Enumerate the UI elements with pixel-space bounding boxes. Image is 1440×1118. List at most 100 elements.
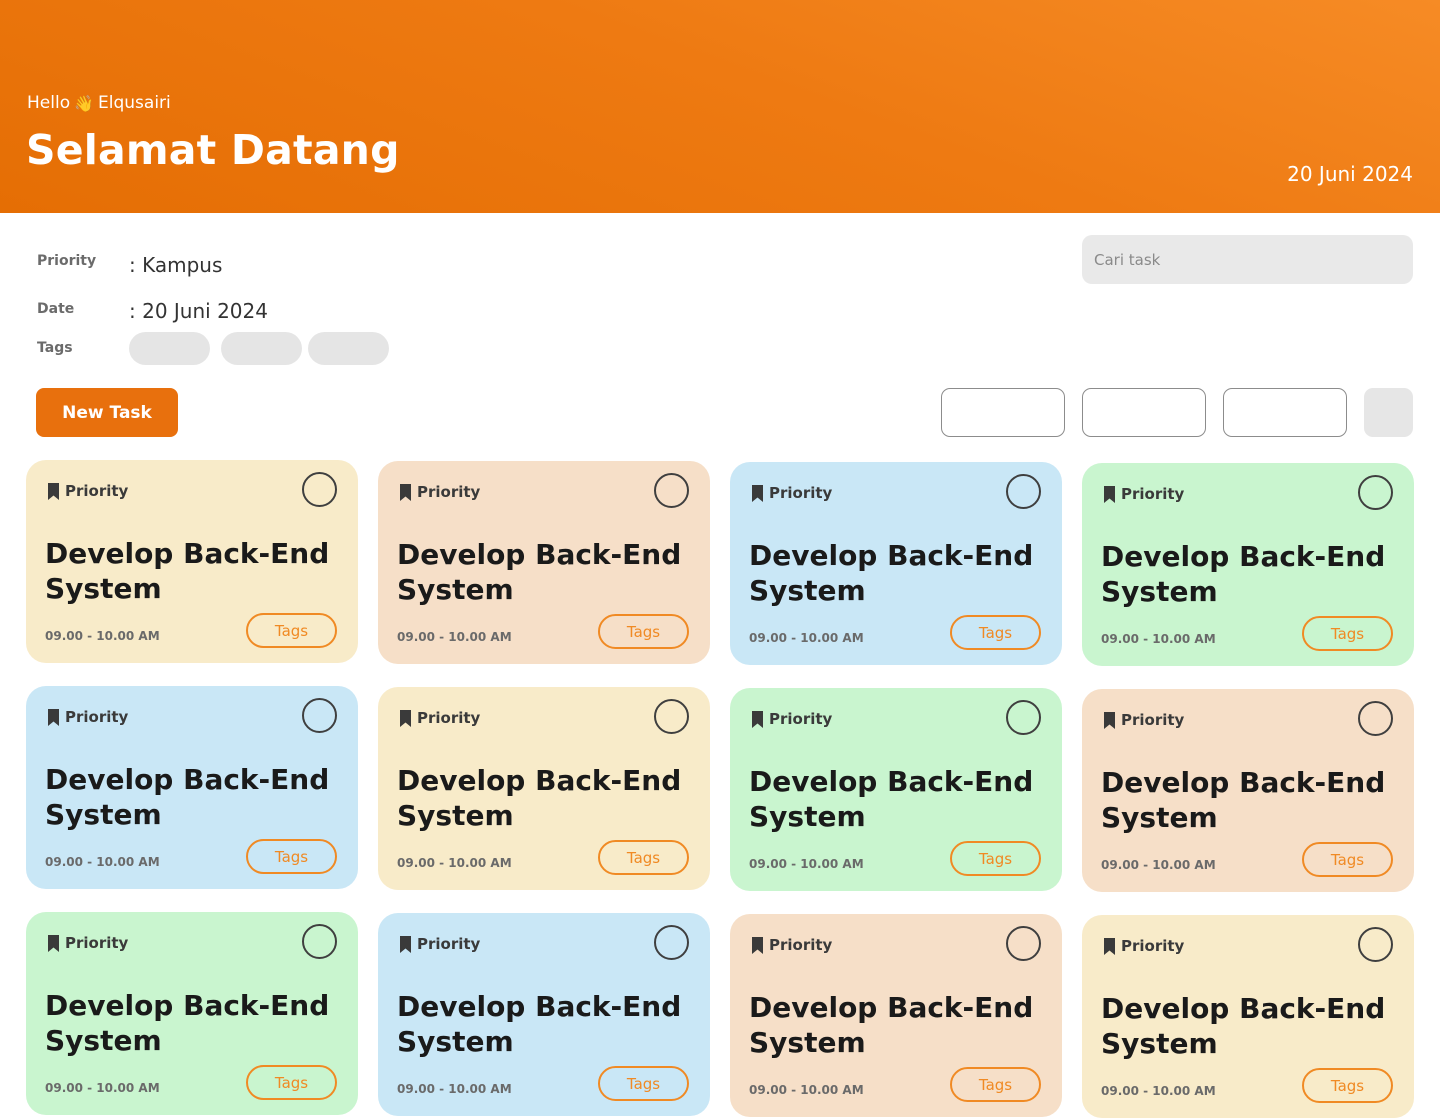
complete-checkbox[interactable] bbox=[1358, 475, 1393, 510]
task-time: 09.00 - 10.00 AM bbox=[397, 630, 512, 644]
header-banner: Hello 👋 Elqusairi Selamat Datang 20 Juni… bbox=[0, 0, 1440, 213]
complete-checkbox[interactable] bbox=[1006, 474, 1041, 509]
greeting-name: Elqusairi bbox=[98, 93, 171, 113]
task-title: Develop Back-End System bbox=[45, 537, 330, 605]
tags-button[interactable]: Tags bbox=[1302, 1068, 1393, 1103]
date-value: : 20 Juni 2024 bbox=[129, 299, 268, 323]
priority-tag: Priority bbox=[751, 484, 832, 502]
priority-tag: Priority bbox=[399, 483, 480, 501]
priority-label: Priority bbox=[65, 482, 129, 500]
bookmark-icon bbox=[752, 484, 763, 502]
priority-label: Priority bbox=[769, 710, 833, 728]
bookmark-icon bbox=[1104, 485, 1115, 503]
tags-label: Tags bbox=[37, 340, 73, 356]
filter-toggle-button[interactable] bbox=[1364, 388, 1413, 437]
task-card[interactable]: Priority Develop Back-End System 09.00 - 1… bbox=[1082, 689, 1414, 892]
task-card[interactable]: Priority Develop Back-End System 09.00 - 1… bbox=[378, 461, 710, 664]
priority-tag: Priority bbox=[1103, 711, 1184, 729]
priority-tag: Priority bbox=[751, 936, 832, 954]
priority-tag: Priority bbox=[1103, 937, 1184, 955]
priority-tag: Priority bbox=[751, 710, 832, 728]
priority-label: Priority bbox=[769, 936, 833, 954]
complete-checkbox[interactable] bbox=[302, 698, 337, 733]
bookmark-icon bbox=[1104, 937, 1115, 955]
priority-label: Priority bbox=[417, 709, 481, 727]
tags-button[interactable]: Tags bbox=[246, 1065, 337, 1100]
task-time: 09.00 - 10.00 AM bbox=[45, 1081, 160, 1095]
bookmark-icon bbox=[48, 934, 59, 952]
complete-checkbox[interactable] bbox=[654, 925, 689, 960]
task-time: 09.00 - 10.00 AM bbox=[397, 856, 512, 870]
task-card[interactable]: Priority Develop Back-End System 09.00 - 1… bbox=[378, 687, 710, 890]
task-title: Develop Back-End System bbox=[397, 538, 682, 606]
complete-checkbox[interactable] bbox=[302, 472, 337, 507]
bookmark-icon bbox=[48, 482, 59, 500]
date-label: Date bbox=[37, 301, 75, 317]
complete-checkbox[interactable] bbox=[1006, 700, 1041, 735]
complete-checkbox[interactable] bbox=[1006, 926, 1041, 961]
bookmark-icon bbox=[400, 483, 411, 501]
complete-checkbox[interactable] bbox=[302, 924, 337, 959]
task-title: Develop Back-End System bbox=[397, 990, 682, 1058]
priority-label: Priority bbox=[417, 935, 481, 953]
bookmark-icon bbox=[400, 935, 411, 953]
page-title: Selamat Datang bbox=[26, 126, 400, 174]
task-time: 09.00 - 10.00 AM bbox=[749, 1083, 864, 1097]
tags-button[interactable]: Tags bbox=[246, 839, 337, 874]
tags-button[interactable]: Tags bbox=[1302, 842, 1393, 877]
task-card[interactable]: Priority Develop Back-End System 09.00 - 1… bbox=[26, 912, 358, 1115]
bookmark-icon bbox=[48, 708, 59, 726]
priority-label: Priority bbox=[417, 483, 481, 501]
tags-button[interactable]: Tags bbox=[598, 1066, 689, 1101]
priority-label: Priority bbox=[65, 934, 129, 952]
priority-tag: Priority bbox=[47, 482, 128, 500]
priority-tag: Priority bbox=[399, 935, 480, 953]
task-time: 09.00 - 10.00 AM bbox=[45, 855, 160, 869]
task-card[interactable]: Priority Develop Back-End System 09.00 - 1… bbox=[1082, 463, 1414, 666]
tags-button[interactable]: Tags bbox=[950, 1067, 1041, 1102]
task-card[interactable]: Priority Develop Back-End System 09.00 - 1… bbox=[730, 914, 1062, 1117]
tags-button[interactable]: Tags bbox=[598, 614, 689, 649]
task-card[interactable]: Priority Develop Back-End System 09.00 - 1… bbox=[26, 686, 358, 889]
priority-label: Priority bbox=[1121, 485, 1185, 503]
task-title: Develop Back-End System bbox=[1101, 540, 1386, 608]
task-time: 09.00 - 10.00 AM bbox=[1101, 858, 1216, 872]
waving-hand-icon: 👋 bbox=[74, 93, 95, 113]
task-time: 09.00 - 10.00 AM bbox=[397, 1082, 512, 1096]
task-title: Develop Back-End System bbox=[749, 765, 1034, 833]
complete-checkbox[interactable] bbox=[1358, 701, 1393, 736]
tag-pill[interactable] bbox=[129, 332, 210, 365]
task-card[interactable]: Priority Develop Back-End System 09.00 - 1… bbox=[730, 688, 1062, 891]
header-date: 20 Juni 2024 bbox=[1287, 162, 1413, 186]
task-title: Develop Back-End System bbox=[397, 764, 682, 832]
complete-checkbox[interactable] bbox=[654, 699, 689, 734]
tags-button[interactable]: Tags bbox=[246, 613, 337, 648]
priority-label: Priority bbox=[65, 708, 129, 726]
task-time: 09.00 - 10.00 AM bbox=[749, 631, 864, 645]
filter-button[interactable] bbox=[1082, 388, 1206, 437]
task-card[interactable]: Priority Develop Back-End System 09.00 - 1… bbox=[1082, 915, 1414, 1118]
tags-button[interactable]: Tags bbox=[950, 615, 1041, 650]
bookmark-icon bbox=[752, 710, 763, 728]
search-input[interactable] bbox=[1082, 235, 1413, 284]
task-title: Develop Back-End System bbox=[45, 989, 330, 1057]
priority-tag: Priority bbox=[399, 709, 480, 727]
task-card[interactable]: Priority Develop Back-End System 09.00 - 1… bbox=[730, 462, 1062, 665]
task-title: Develop Back-End System bbox=[749, 991, 1034, 1059]
tag-pill[interactable] bbox=[308, 332, 389, 365]
priority-value: : Kampus bbox=[129, 253, 223, 277]
tags-button[interactable]: Tags bbox=[1302, 616, 1393, 651]
tags-button[interactable]: Tags bbox=[950, 841, 1041, 876]
tags-button[interactable]: Tags bbox=[598, 840, 689, 875]
new-task-button[interactable]: New Task bbox=[36, 388, 178, 437]
priority-tag: Priority bbox=[1103, 485, 1184, 503]
filter-button[interactable] bbox=[941, 388, 1065, 437]
task-card[interactable]: Priority Develop Back-End System 09.00 - 1… bbox=[378, 913, 710, 1116]
task-card[interactable]: Priority Develop Back-End System 09.00 - 1… bbox=[26, 460, 358, 663]
complete-checkbox[interactable] bbox=[1358, 927, 1393, 962]
bookmark-icon bbox=[1104, 711, 1115, 729]
tag-pill[interactable] bbox=[221, 332, 302, 365]
complete-checkbox[interactable] bbox=[654, 473, 689, 508]
task-title: Develop Back-End System bbox=[1101, 766, 1386, 834]
filter-button[interactable] bbox=[1223, 388, 1347, 437]
